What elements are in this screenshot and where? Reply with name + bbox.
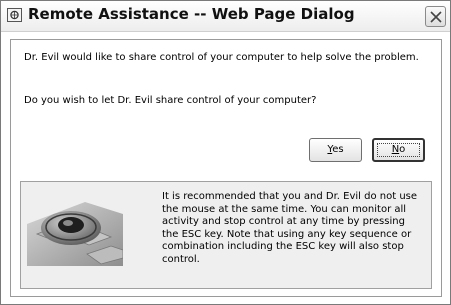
yes-label-rest: es <box>332 144 344 155</box>
dialog-content: Dr. Evil would like to share control of … <box>10 39 442 297</box>
share-question: Do you wish to let Dr. Evil share contro… <box>24 95 317 106</box>
no-label-rest: o <box>399 144 406 155</box>
yes-button[interactable]: Yes <box>309 138 362 162</box>
share-request-message: Dr. Evil would like to share control of … <box>24 52 419 63</box>
close-icon <box>430 11 442 23</box>
keyboard-mouse-illustration-icon <box>27 202 123 266</box>
no-button[interactable]: No <box>372 138 425 162</box>
web-page-icon <box>7 8 22 22</box>
window-title: Remote Assistance -- Web Page Dialog <box>28 5 355 23</box>
info-panel: It is recommended that you and Dr. Evil … <box>20 181 432 289</box>
info-text: It is recommended that you and Dr. Evil … <box>162 191 418 265</box>
title-bar[interactable]: Remote Assistance -- Web Page Dialog <box>1 1 450 32</box>
dialog-window: Remote Assistance -- Web Page Dialog Dr.… <box>0 0 451 305</box>
close-button[interactable] <box>425 6 446 27</box>
